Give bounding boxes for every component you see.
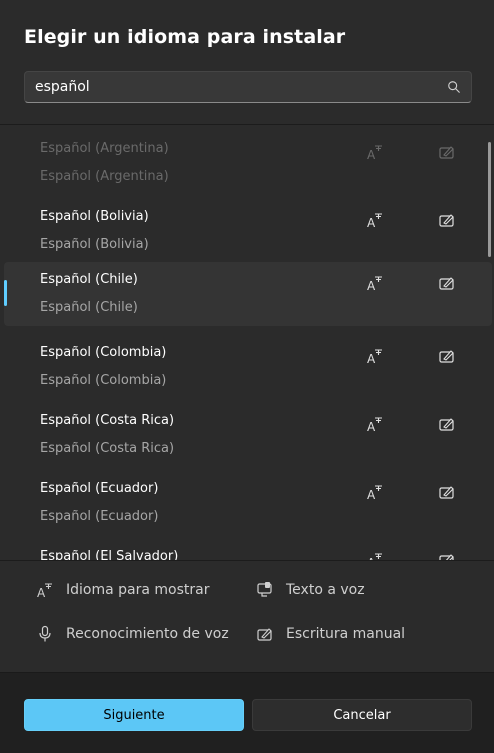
legend-text-to-speech: Texto a voz [256, 581, 365, 599]
handwriting-icon [439, 486, 454, 499]
search-icon[interactable] [447, 80, 461, 94]
language-item[interactable]: Español (Ecuador) Español (Ecuador) A [4, 471, 492, 535]
svg-text:A: A [367, 352, 376, 365]
display-language-icon: A [367, 553, 382, 560]
dialog-footer: Siguiente Cancelar [0, 672, 494, 753]
language-item[interactable]: Español (El Salvador) A [4, 539, 492, 560]
svg-text:A: A [37, 586, 46, 599]
handwriting-icon [439, 350, 454, 363]
language-name: Español (Costa Rica) [40, 413, 175, 428]
display-language-icon: A [367, 276, 382, 292]
selection-indicator [4, 280, 7, 306]
display-language-icon: A [367, 485, 382, 501]
search-box[interactable] [24, 71, 472, 103]
legend-display-language: A Idioma para mostrar [36, 581, 209, 599]
language-item[interactable]: Español (Argentina) Español (Argentina) … [4, 131, 492, 195]
language-install-dialog: Elegir un idioma para instalar Español (… [0, 0, 494, 753]
language-item[interactable]: Español (Costa Rica) Español (Costa Rica… [4, 403, 492, 467]
language-native-name: Español (Bolivia) [40, 237, 149, 252]
svg-text:A: A [367, 488, 376, 501]
display-language-icon: A [367, 349, 382, 365]
cancel-button[interactable]: Cancelar [252, 699, 472, 731]
legend-label: Reconocimiento de voz [66, 626, 229, 642]
handwriting-icon [439, 214, 454, 227]
handwriting-icon [439, 418, 454, 431]
language-item[interactable]: Español (Colombia) Español (Colombia) A [4, 335, 492, 399]
svg-text:A: A [367, 279, 376, 292]
display-language-icon: A [367, 145, 382, 161]
divider [0, 560, 494, 561]
language-item[interactable]: Español (Bolivia) Español (Bolivia) A [4, 199, 492, 263]
language-name: Español (El Salvador) [40, 549, 179, 560]
language-native-name: Español (Colombia) [40, 373, 167, 388]
legend-speech-recognition: Reconocimiento de voz [36, 625, 229, 643]
language-name: Español (Bolivia) [40, 209, 149, 224]
language-native-name: Español (Costa Rica) [40, 441, 175, 456]
display-language-icon: A [367, 417, 382, 433]
display-language-icon: A [37, 583, 52, 599]
dialog-title: Elegir un idioma para instalar [24, 26, 346, 48]
language-item-selected[interactable]: Español (Chile) Español (Chile) A [4, 262, 492, 326]
svg-text:A: A [367, 148, 376, 161]
language-name: Español (Colombia) [40, 345, 167, 360]
language-native-name: Español (Chile) [40, 300, 138, 315]
list-scrollbar[interactable] [488, 142, 491, 257]
text-to-speech-icon [257, 582, 272, 597]
language-list: Español (Argentina) Español (Argentina) … [0, 125, 494, 560]
svg-text:A: A [367, 216, 376, 229]
language-name: Español (Chile) [40, 272, 138, 287]
svg-text:A: A [367, 420, 376, 433]
legend-label: Escritura manual [286, 626, 406, 642]
language-name: Español (Ecuador) [40, 481, 159, 496]
language-native-name: Español (Ecuador) [40, 509, 159, 524]
microphone-icon [39, 625, 51, 642]
handwriting-icon [257, 628, 272, 641]
handwriting-icon [439, 277, 454, 290]
search-input[interactable] [35, 72, 435, 102]
legend-label: Texto a voz [286, 582, 365, 598]
handwriting-icon [439, 554, 454, 560]
handwriting-icon [439, 146, 454, 159]
legend-handwriting: Escritura manual [256, 625, 405, 643]
legend-label: Idioma para mostrar [66, 582, 210, 598]
language-name: Español (Argentina) [40, 141, 169, 156]
display-language-icon: A [367, 213, 382, 229]
language-native-name: Español (Argentina) [40, 169, 169, 184]
next-button[interactable]: Siguiente [24, 699, 244, 731]
